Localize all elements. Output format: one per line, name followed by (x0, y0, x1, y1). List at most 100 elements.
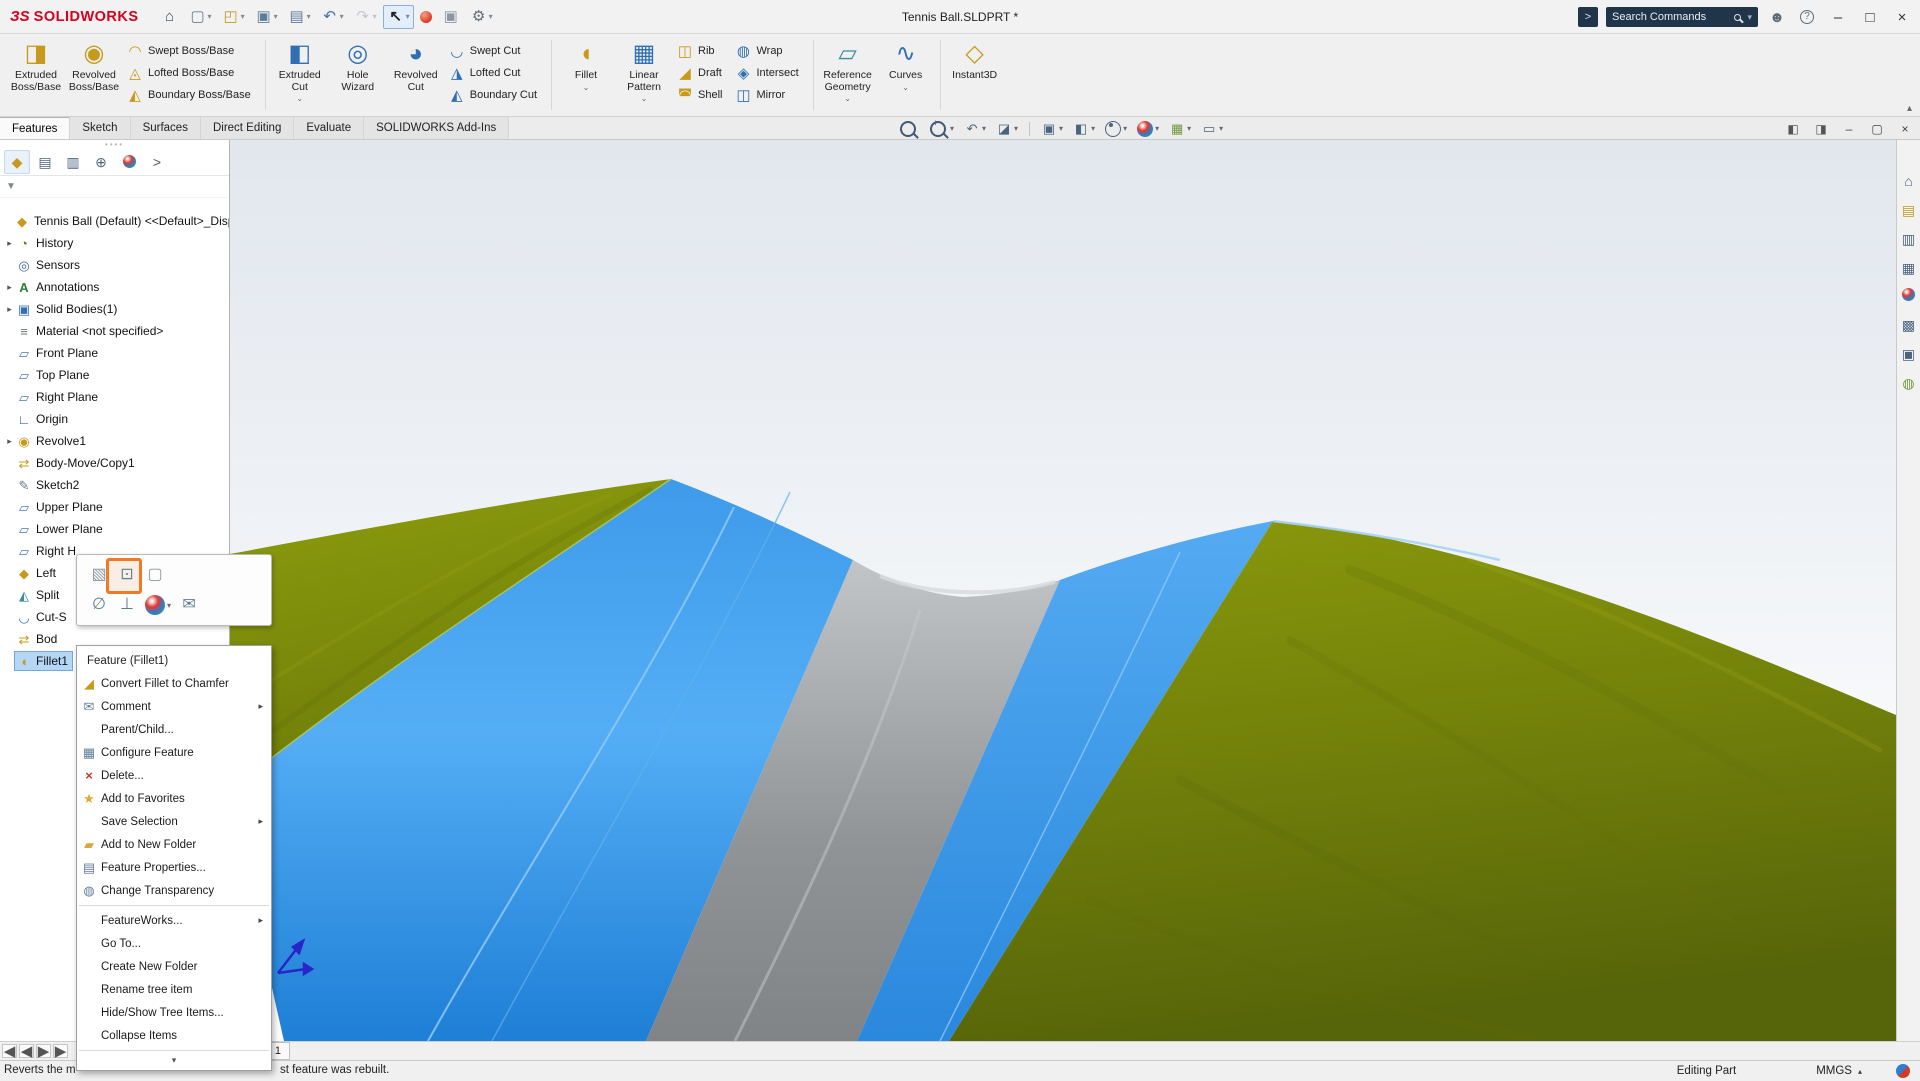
zoom-area-button[interactable]: ▾ (925, 119, 957, 139)
menu-item-feature-properties[interactable]: ▤Feature Properties... (77, 856, 271, 879)
hide-button[interactable]: ∅ (89, 595, 109, 615)
lofted-boss-base-button[interactable]: ◬Lofted Boss/Base (124, 62, 259, 84)
menu-item-hide-show-tree-items[interactable]: Hide/Show Tree Items... (77, 1001, 271, 1024)
3d-viewport[interactable] (230, 140, 1896, 1041)
pane-right-button[interactable]: ◨ (1812, 120, 1830, 138)
menu-item-configure-feature[interactable]: ▦Configure Feature (77, 741, 271, 764)
section-scope-button[interactable]: ⊥ (117, 595, 137, 615)
save-button[interactable]: ▣▾ (251, 5, 282, 29)
restore-doc-button[interactable]: ▢ (1868, 120, 1886, 138)
open-button[interactable]: ◰▾ (218, 5, 249, 29)
search-prefix-button[interactable]: > (1578, 7, 1598, 27)
linear-pattern-button[interactable]: ▦Linear Pattern⌄ (616, 36, 672, 114)
comment-button[interactable]: ✉ (179, 595, 199, 615)
expand-arrow-icon[interactable]: ▸ (4, 282, 15, 293)
nav-prev-button[interactable]: ◀ (19, 1044, 34, 1058)
menu-item-add-to-favorites[interactable]: ★Add to Favorites (77, 787, 271, 810)
menu-item-delete[interactable]: ×Delete... (77, 764, 271, 787)
draft-button[interactable]: ◢Draft (674, 62, 730, 84)
instant3d-button[interactable]: ◇Instant3D (947, 36, 1003, 114)
tab-evaluate[interactable]: Evaluate (294, 117, 364, 139)
tree-item-lower-plane[interactable]: ▱Lower Plane (0, 518, 229, 540)
redo-button[interactable]: ↷▾ (350, 5, 381, 29)
tab-solidworks-add-ins[interactable]: SOLIDWORKS Add-Ins (364, 117, 509, 139)
tree-item-sketch2[interactable]: ✎Sketch2 (0, 474, 229, 496)
solidworks-resources-button[interactable]: ◍ (1900, 374, 1918, 393)
tree-item-sensors[interactable]: ◎Sensors (0, 254, 229, 276)
menu-item-change-transparency[interactable]: ◍Change Transparency (77, 879, 271, 902)
dimxpert-tab[interactable]: ⊕ (88, 150, 114, 174)
view-palette-button[interactable]: ▦ (1900, 259, 1918, 278)
property-manager-tab[interactable]: ▤ (32, 150, 58, 174)
display-style-button[interactable]: ◧▾ (1070, 121, 1098, 137)
shell-button[interactable]: ◚Shell (674, 84, 730, 106)
pane-left-button[interactable]: ◧ (1784, 120, 1802, 138)
lofted-cut-button[interactable]: ◮Lofted Cut (446, 62, 545, 84)
task-home-button[interactable]: ⌂ (1900, 172, 1918, 191)
gear-button[interactable]: ⚙▾ (466, 5, 497, 29)
fm-expand-tab[interactable]: > (144, 150, 170, 174)
nav-first-button[interactable]: ◀ (2, 1044, 17, 1058)
expand-arrow-icon[interactable]: ▸ (4, 238, 15, 249)
swept-boss-base-button[interactable]: ◠Swept Boss/Base (124, 40, 259, 62)
options-box-button[interactable]: ▣ (438, 5, 464, 29)
menu-item-create-new-folder[interactable]: Create New Folder (77, 955, 271, 978)
tree-item-history[interactable]: ▸◔History (0, 232, 229, 254)
configurations-tab[interactable]: ▥ (60, 150, 86, 174)
boundary-cut-button[interactable]: ◭Boundary Cut (446, 84, 545, 106)
search-commands-input[interactable]: Search Commands▾ (1606, 7, 1758, 27)
tree-item-material-not-specified[interactable]: ≡Material <not specified> (0, 320, 229, 342)
menu-expand-icon[interactable]: ▾ (77, 1054, 271, 1067)
help-button[interactable]: ? (1796, 6, 1818, 28)
menu-item-comment[interactable]: ✉Comment▸ (77, 695, 271, 718)
view-settings-button[interactable]: ▭▾ (1198, 121, 1226, 137)
rib-button[interactable]: ◫Rib (674, 40, 730, 62)
tree-item-origin[interactable]: ∟Origin (0, 408, 229, 430)
custom-properties-button[interactable]: ▩ (1900, 316, 1918, 335)
close-button[interactable]: × (1890, 6, 1914, 28)
edit-appearance-button[interactable]: ▾ (1134, 121, 1162, 137)
menu-item-add-to-new-folder[interactable]: ▰Add to New Folder (77, 833, 271, 856)
appearance-ball-red-button[interactable] (416, 8, 436, 26)
hole-wizard-button[interactable]: ◎Hole Wizard (330, 36, 386, 114)
appearances-dropdown-button[interactable]: ▾ (145, 595, 171, 615)
view-orientation-button[interactable]: ▣▾ (1038, 121, 1066, 137)
fillet-button[interactable]: ◖Fillet⌄ (558, 36, 614, 114)
intersect-button[interactable]: ◈Intersect (732, 62, 806, 84)
section-view-button[interactable]: ◪▾ (993, 121, 1021, 137)
revolved-boss-base-button[interactable]: ◉Revolved Boss/Base (66, 36, 122, 114)
forum-button[interactable]: ▣ (1900, 345, 1918, 364)
scene-button[interactable]: ▦▾ (1166, 121, 1194, 137)
nav-last-button[interactable]: ▶ (53, 1044, 68, 1058)
suppress-button[interactable]: ▢ (145, 565, 165, 585)
tree-item-body-move-copy1[interactable]: ⇄Body-Move/Copy1 (0, 452, 229, 474)
tree-item-tennis-ball-default-default-displ[interactable]: ◆Tennis Ball (Default) <<Default>_Displ (0, 210, 229, 232)
ribbon-collapse-icon[interactable] (1907, 103, 1912, 114)
new-doc-button[interactable]: ▢▾ (185, 5, 216, 29)
mirror-button[interactable]: ◫Mirror (732, 84, 806, 106)
close-doc-button[interactable]: × (1896, 120, 1914, 138)
menu-item-go-to[interactable]: Go To... (77, 932, 271, 955)
hide-show-items-button[interactable]: ▾ (1102, 121, 1130, 137)
undo-button[interactable]: ↶▾ (317, 5, 348, 29)
menu-item-save-selection[interactable]: Save Selection▸ (77, 810, 271, 833)
tree-item-front-plane[interactable]: ▱Front Plane (0, 342, 229, 364)
extruded-boss-base-button[interactable]: ◨Extruded Boss/Base (8, 36, 64, 114)
tab-sketch[interactable]: Sketch (70, 117, 130, 139)
revolved-cut-button[interactable]: ◕Revolved Cut (388, 36, 444, 114)
tab-surfaces[interactable]: Surfaces (131, 117, 201, 139)
menu-item-featureworks[interactable]: FeatureWorks...▸ (77, 909, 271, 932)
fm-tree-tab[interactable]: ◆ (4, 150, 30, 174)
display-manager-tab[interactable] (116, 150, 142, 174)
tab-features[interactable]: Features (0, 117, 70, 139)
tab-direct-editing[interactable]: Direct Editing (201, 117, 294, 139)
minimize-button[interactable]: – (1826, 6, 1850, 28)
swept-cut-button[interactable]: ◡Swept Cut (446, 40, 545, 62)
units-selector[interactable]: MMGS ▴ (1816, 1065, 1862, 1077)
curves-button[interactable]: ∿Curves⌄ (878, 36, 934, 114)
extruded-cut-button[interactable]: ◧Extruded Cut⌄ (272, 36, 328, 114)
tree-item-annotations[interactable]: ▸AAnnotations (0, 276, 229, 298)
tree-item-solid-bodies-1[interactable]: ▸▣Solid Bodies(1) (0, 298, 229, 320)
file-explorer-button[interactable]: ▥ (1900, 230, 1918, 249)
status-globe-icon[interactable] (1896, 1064, 1910, 1078)
